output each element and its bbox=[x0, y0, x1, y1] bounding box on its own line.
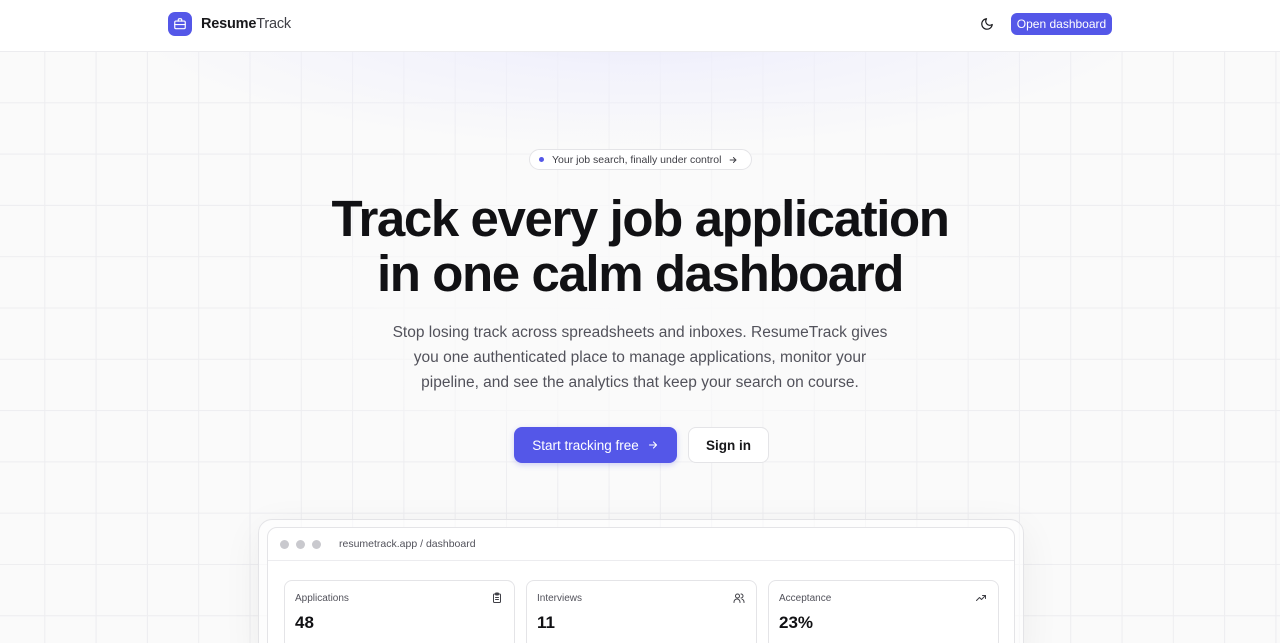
headline-line-2: in one calm dashboard bbox=[376, 245, 904, 302]
window-dot bbox=[280, 539, 289, 549]
preview-url: resumetrack.app / dashboard bbox=[339, 538, 476, 550]
stat-label: Interviews bbox=[537, 593, 583, 604]
brand-link[interactable]: ResumeTrack bbox=[168, 12, 291, 36]
stat-value: 23% bbox=[779, 613, 814, 632]
arrow-right-icon bbox=[728, 155, 738, 165]
stat-value: 48 bbox=[295, 613, 314, 632]
preview-window: resumetrack.app / dashboard Applications… bbox=[267, 527, 1015, 643]
theme-toggle[interactable] bbox=[978, 15, 996, 33]
start-tracking-label: Start tracking free bbox=[532, 437, 639, 453]
trending-up-icon bbox=[976, 595, 986, 601]
moon-icon bbox=[981, 18, 993, 30]
pill-text: Your job search, finally under control bbox=[552, 153, 722, 166]
window-dot bbox=[312, 539, 321, 549]
stat-card-interviews: Interviews 11 bbox=[526, 580, 757, 643]
stat-card-acceptance: Acceptance 23% bbox=[768, 580, 999, 643]
briefcase-icon bbox=[168, 12, 192, 36]
top-nav: ResumeTrack Open dashboard bbox=[0, 0, 1280, 52]
stat-label: Applications bbox=[295, 593, 349, 604]
dashboard-preview: resumetrack.app / dashboard Applications… bbox=[258, 519, 1024, 643]
headline-line-1: Track every job application bbox=[331, 190, 950, 247]
brand-name-bold: Resume bbox=[201, 16, 257, 32]
announcement-pill[interactable]: Your job search, finally under control bbox=[529, 149, 752, 170]
hero-subtitle: Stop losing track across spreadsheets an… bbox=[392, 324, 888, 391]
start-tracking-button[interactable]: Start tracking free bbox=[514, 427, 677, 463]
brand-name-light: Track bbox=[256, 16, 291, 32]
brand-name: ResumeTrack bbox=[201, 16, 291, 32]
stat-card-applications: Applications 48 bbox=[284, 580, 515, 643]
preview-title-bar: resumetrack.app / dashboard bbox=[268, 528, 1014, 561]
hero-headline: Track every job application in one calm … bbox=[0, 191, 1280, 301]
users-icon bbox=[733, 593, 745, 603]
status-dot bbox=[539, 157, 544, 162]
stat-label: Acceptance bbox=[779, 593, 832, 604]
stat-value: 11 bbox=[537, 613, 555, 632]
window-dot bbox=[296, 539, 305, 549]
open-dashboard-button[interactable]: Open dashboard bbox=[1011, 13, 1112, 35]
sign-in-button[interactable]: Sign in bbox=[688, 427, 769, 463]
clipboard-icon bbox=[493, 592, 501, 603]
stats-row: Applications 48 Interviews 11 Acceptance… bbox=[284, 580, 1000, 643]
arrow-right-icon bbox=[648, 441, 657, 449]
